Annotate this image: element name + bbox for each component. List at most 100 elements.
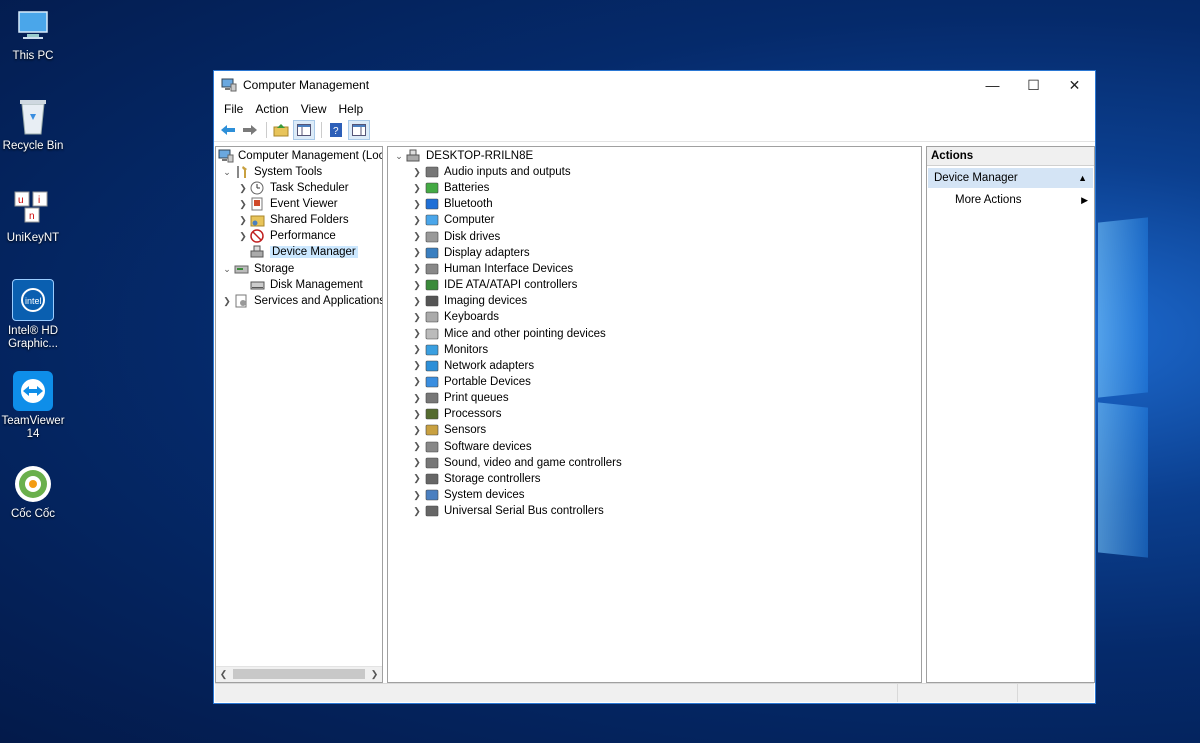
collapse-chevron-icon[interactable]: ⌄ bbox=[220, 261, 234, 277]
more-actions-label: More Actions bbox=[955, 194, 1022, 206]
back-icon bbox=[221, 125, 235, 135]
expand-chevron-icon[interactable]: ❯ bbox=[410, 277, 424, 293]
tree-item-device-manager[interactable]: Device Manager bbox=[250, 244, 358, 260]
expand-chevron-icon[interactable]: ❯ bbox=[410, 439, 424, 455]
device-tree-root[interactable]: ⌄ DESKTOP-RRILN8E bbox=[392, 148, 533, 164]
minimize-button[interactable]: — bbox=[972, 71, 1013, 99]
scroll-right-icon[interactable]: ❯ bbox=[367, 667, 382, 682]
expand-chevron-icon[interactable]: ❯ bbox=[410, 406, 424, 422]
device-category-row[interactable]: ❯ Print queues bbox=[410, 390, 508, 406]
svg-text:n: n bbox=[29, 211, 35, 222]
device-category-row[interactable]: ❯ System devices bbox=[410, 487, 524, 503]
expand-chevron-icon[interactable]: ❯ bbox=[410, 196, 424, 212]
device-category-row[interactable]: ❯ Audio inputs and outputs bbox=[410, 164, 571, 180]
expand-chevron-icon[interactable]: ❯ bbox=[236, 180, 250, 196]
tree-item-task-scheduler[interactable]: ❯ Task Scheduler bbox=[236, 180, 349, 196]
menu-view[interactable]: View bbox=[295, 102, 333, 116]
show-hide-tree-button[interactable] bbox=[293, 120, 315, 140]
tree-item-event-viewer[interactable]: ❯ Event Viewer bbox=[236, 196, 338, 212]
device-category-row[interactable]: ❯ Universal Serial Bus controllers bbox=[410, 503, 604, 519]
collapse-chevron-icon[interactable]: ⌄ bbox=[220, 164, 234, 180]
menu-help[interactable]: Help bbox=[333, 102, 370, 116]
expand-chevron-icon[interactable]: ❯ bbox=[410, 245, 424, 261]
tree-item-disk-management[interactable]: Disk Management bbox=[250, 277, 363, 293]
expand-chevron-icon[interactable]: ❯ bbox=[410, 309, 424, 325]
device-category-label: Computer bbox=[444, 214, 495, 227]
actions-section-device-manager[interactable]: Device Manager ▲ bbox=[928, 168, 1093, 188]
device-category-icon bbox=[424, 278, 440, 292]
expand-chevron-icon[interactable]: ❯ bbox=[410, 471, 424, 487]
tree-item-shared-folders[interactable]: ❯ Shared Folders bbox=[236, 212, 349, 228]
forward-button[interactable] bbox=[240, 121, 260, 139]
desktop-icon-intel-graphics[interactable]: intel Intel® HD Graphic... bbox=[0, 279, 68, 351]
expand-chevron-icon[interactable]: ❯ bbox=[410, 229, 424, 245]
device-category-label: Sound, video and game controllers bbox=[444, 456, 622, 469]
expand-chevron-icon[interactable]: ❯ bbox=[236, 196, 250, 212]
device-category-row[interactable]: ❯ Storage controllers bbox=[410, 471, 540, 487]
more-actions-item[interactable]: More Actions ▶ bbox=[927, 190, 1094, 210]
expand-chevron-icon[interactable]: ❯ bbox=[410, 326, 424, 342]
desktop-icon-coccoc[interactable]: Cốc Cốc bbox=[0, 464, 68, 521]
desktop-icon-teamviewer[interactable]: TeamViewer 14 bbox=[0, 371, 68, 441]
expand-chevron-icon[interactable]: ❯ bbox=[410, 422, 424, 438]
expand-chevron-icon[interactable]: ❯ bbox=[410, 261, 424, 277]
desktop-icon-unikey[interactable]: u in UniKeyNT bbox=[0, 188, 68, 245]
expand-chevron-icon[interactable]: ❯ bbox=[410, 390, 424, 406]
scrollbar-thumb[interactable] bbox=[233, 669, 365, 679]
device-category-label: Batteries bbox=[444, 182, 490, 195]
close-button[interactable]: ✕ bbox=[1054, 71, 1095, 99]
device-category-row[interactable]: ❯ Imaging devices bbox=[410, 293, 527, 309]
device-category-row[interactable]: ❯ Human Interface Devices bbox=[410, 261, 573, 277]
scroll-left-icon[interactable]: ❮ bbox=[216, 667, 231, 682]
expand-chevron-icon[interactable]: ❯ bbox=[220, 293, 234, 309]
device-category-row[interactable]: ❯ Keyboards bbox=[410, 309, 499, 325]
expand-chevron-icon[interactable]: ❯ bbox=[410, 164, 424, 180]
expand-chevron-icon[interactable]: ❯ bbox=[410, 293, 424, 309]
device-category-row[interactable]: ❯ Software devices bbox=[410, 439, 531, 455]
device-category-row[interactable]: ❯ Sound, video and game controllers bbox=[410, 455, 622, 471]
expand-chevron-icon[interactable]: ❯ bbox=[410, 342, 424, 358]
collapse-chevron-icon[interactable]: ⌄ bbox=[392, 148, 406, 164]
tree-item-computer-management[interactable]: Computer Management (Local bbox=[218, 148, 382, 164]
collapse-up-icon[interactable]: ▲ bbox=[1078, 173, 1087, 183]
up-folder-button[interactable] bbox=[271, 121, 291, 139]
tree-item-storage[interactable]: ⌄ Storage bbox=[220, 261, 294, 277]
device-category-row[interactable]: ❯ Batteries bbox=[410, 180, 489, 196]
properties-button[interactable] bbox=[348, 120, 370, 140]
desktop-icon-recycle-bin[interactable]: Recycle Bin bbox=[0, 96, 68, 153]
device-category-row[interactable]: ❯ Mice and other pointing devices bbox=[410, 326, 606, 342]
horizontal-scrollbar[interactable]: ❮ ❯ bbox=[216, 666, 382, 682]
tree-item-services-and-applications[interactable]: ❯ Services and Applications bbox=[220, 293, 382, 309]
toolbar-separator bbox=[321, 122, 322, 138]
expand-chevron-icon[interactable]: ❯ bbox=[410, 503, 424, 519]
device-category-row[interactable]: ❯ Portable Devices bbox=[410, 374, 531, 390]
desktop-icon-this-pc[interactable]: This PC bbox=[0, 6, 68, 63]
device-category-row[interactable]: ❯ Processors bbox=[410, 406, 501, 422]
tree-item-performance[interactable]: ❯ Performance bbox=[236, 228, 336, 244]
device-category-label: Audio inputs and outputs bbox=[444, 166, 571, 178]
expand-chevron-icon[interactable]: ❯ bbox=[410, 487, 424, 503]
expand-chevron-icon[interactable]: ❯ bbox=[236, 228, 250, 244]
expand-chevron-icon[interactable]: ❯ bbox=[410, 455, 424, 471]
expand-chevron-icon[interactable]: ❯ bbox=[410, 358, 424, 374]
expand-chevron-icon[interactable]: ❯ bbox=[410, 374, 424, 390]
maximize-button[interactable]: ☐ bbox=[1013, 71, 1054, 99]
toolbar-separator bbox=[266, 122, 267, 138]
title-bar[interactable]: Computer Management — ☐ ✕ bbox=[214, 71, 1095, 99]
tree-item-system-tools[interactable]: ⌄ System Tools bbox=[220, 164, 322, 180]
back-button[interactable] bbox=[218, 121, 238, 139]
menu-file[interactable]: File bbox=[218, 102, 249, 116]
device-category-row[interactable]: ❯ Bluetooth bbox=[410, 196, 492, 212]
expand-chevron-icon[interactable]: ❯ bbox=[236, 212, 250, 228]
device-category-row[interactable]: ❯ Display adapters bbox=[410, 245, 529, 261]
help-button[interactable]: ? bbox=[326, 121, 346, 139]
menu-action[interactable]: Action bbox=[249, 102, 294, 116]
device-category-row[interactable]: ❯ Network adapters bbox=[410, 358, 534, 374]
device-category-row[interactable]: ❯ Sensors bbox=[410, 422, 486, 438]
expand-chevron-icon[interactable]: ❯ bbox=[410, 212, 424, 228]
device-category-row[interactable]: ❯ Monitors bbox=[410, 342, 488, 358]
expand-chevron-icon[interactable]: ❯ bbox=[410, 180, 424, 196]
device-category-row[interactable]: ❯ Disk drives bbox=[410, 229, 500, 245]
device-category-row[interactable]: ❯ Computer bbox=[410, 212, 495, 228]
device-category-row[interactable]: ❯ IDE ATA/ATAPI controllers bbox=[410, 277, 577, 293]
